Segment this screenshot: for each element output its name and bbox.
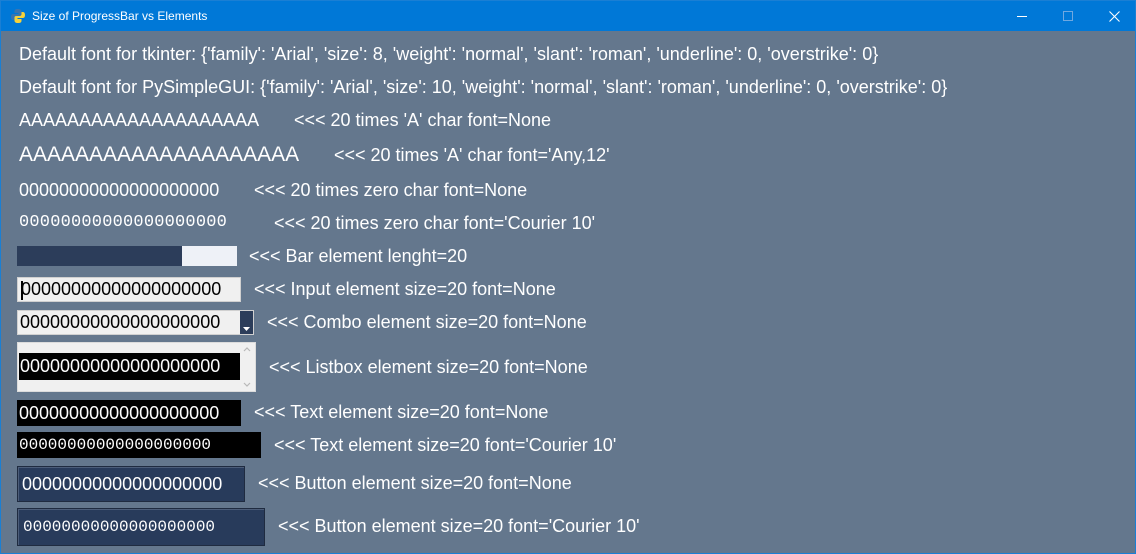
combo-box[interactable]: 00000000000000000000 xyxy=(17,310,254,335)
minimize-button[interactable] xyxy=(999,1,1045,31)
python-icon xyxy=(11,9,25,23)
input-label: <<< Input element size=20 font=None xyxy=(254,279,556,299)
close-icon xyxy=(1108,10,1120,22)
progress-bar-fill xyxy=(17,246,182,266)
app-window: Size of ProgressBar vs Elements Default … xyxy=(0,0,1136,554)
zero-courier-sample: 00000000000000000000 xyxy=(19,213,228,232)
button-default[interactable]: 00000000000000000000 xyxy=(17,466,245,502)
combo-label: <<< Combo element size=20 font=None xyxy=(267,312,587,332)
button-default-label: <<< Button element size=20 font=None xyxy=(258,473,572,493)
combo-dropdown-button[interactable] xyxy=(240,311,253,334)
text-element-default: 00000000000000000000 xyxy=(17,400,241,426)
input-field[interactable]: 00000000000000000000 xyxy=(17,277,241,302)
scroll-up-icon xyxy=(243,347,251,352)
text-courier-label: <<< Text element size=20 font='Courier 1… xyxy=(274,435,617,455)
a-any12-sample: AAAAAAAAAAAAAAAAAAAA xyxy=(19,143,300,166)
zero-default-sample: 00000000000000000000 xyxy=(19,180,220,200)
zero-courier-label: <<< 20 times zero char font='Courier 10' xyxy=(274,213,596,233)
maximize-icon xyxy=(1062,10,1073,21)
input-value: 00000000000000000000 xyxy=(21,279,222,299)
tk-font-text: Default font for tkinter: {'family': 'Ar… xyxy=(19,44,879,64)
a-any12-label: <<< 20 times 'A' char font='Any,12' xyxy=(334,145,610,165)
progress-bar xyxy=(17,246,237,266)
psg-font-text: Default font for PySimpleGUI: {'family':… xyxy=(19,77,948,97)
listbox-label: <<< Listbox element size=20 font=None xyxy=(269,357,588,377)
close-button[interactable] xyxy=(1091,1,1136,31)
title-bar[interactable]: Size of ProgressBar vs Elements xyxy=(1,1,1135,31)
listbox-item[interactable]: 00000000000000000000 xyxy=(19,353,240,380)
text-caret xyxy=(21,281,23,300)
text-element-courier: 00000000000000000000 xyxy=(17,432,261,458)
button-courier[interactable]: 00000000000000000000 xyxy=(17,508,265,546)
bar-label: <<< Bar element lenght=20 xyxy=(249,246,468,266)
button-courier-label: <<< Button element size=20 font='Courier… xyxy=(278,516,640,536)
text-default-label: <<< Text element size=20 font=None xyxy=(254,402,549,422)
listbox-item-text: 00000000000000000000 xyxy=(20,356,221,376)
a-default-label: <<< 20 times 'A' char font=None xyxy=(294,110,552,130)
combo-value: 00000000000000000000 xyxy=(20,312,221,332)
listbox[interactable]: 00000000000000000000 xyxy=(17,342,256,392)
minimize-icon xyxy=(1016,15,1027,17)
maximize-button[interactable] xyxy=(1045,1,1091,31)
scroll-down-icon xyxy=(243,382,251,387)
chevron-down-icon xyxy=(243,327,250,331)
zero-default-label: <<< 20 times zero char font=None xyxy=(254,180,528,200)
window-title: Size of ProgressBar vs Elements xyxy=(32,9,208,23)
scrollbar[interactable] xyxy=(240,344,254,390)
a-default-sample: AAAAAAAAAAAAAAAAAAAA xyxy=(19,110,260,130)
window-content: Default font for tkinter: {'family': 'Ar… xyxy=(1,31,1135,553)
